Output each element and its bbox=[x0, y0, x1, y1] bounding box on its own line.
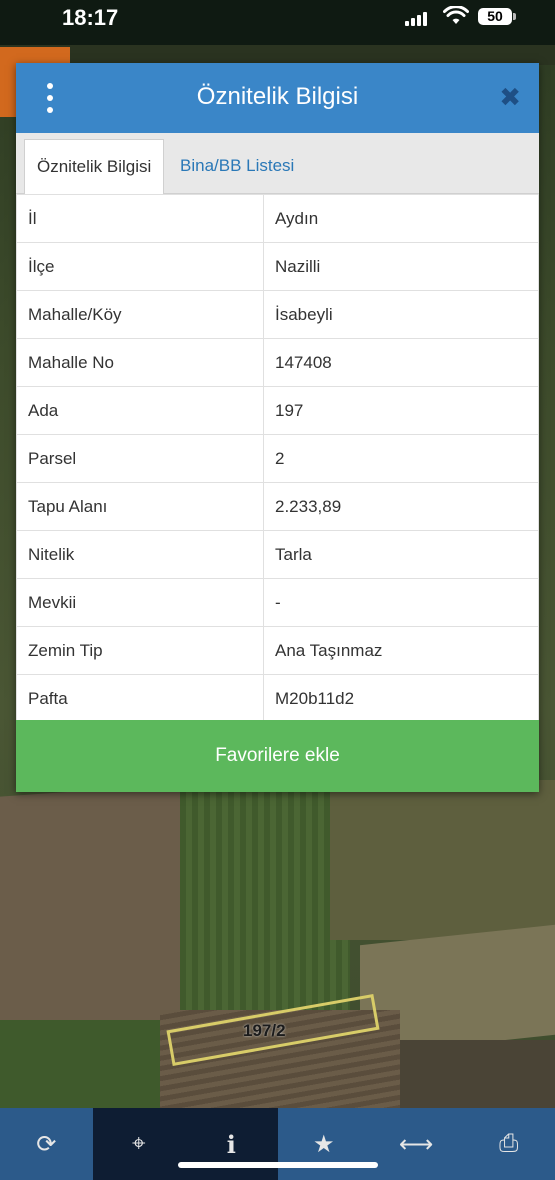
map-field bbox=[180, 780, 350, 1010]
map-field bbox=[0, 783, 190, 1037]
map-field bbox=[400, 1040, 555, 1110]
row-key: Tapu Alanı bbox=[16, 482, 264, 531]
refresh-icon[interactable]: ⟳ bbox=[0, 1108, 93, 1180]
dialog-title: Öznitelik Bilgisi bbox=[196, 83, 359, 110]
table-row: Mahalle No 147408 bbox=[16, 338, 539, 387]
table-row: Ada 197 bbox=[16, 386, 539, 435]
row-key: Zemin Tip bbox=[16, 626, 264, 675]
status-time: 18:17 bbox=[62, 5, 119, 30]
dialog-header: Öznitelik Bilgisi ✖ bbox=[16, 63, 539, 133]
measure-icon[interactable]: ⟷ bbox=[370, 1108, 463, 1180]
row-value: Ana Taşınmaz bbox=[263, 626, 539, 675]
row-value: Aydın bbox=[263, 194, 539, 243]
map-strip bbox=[0, 45, 555, 65]
attribute-dialog: Öznitelik Bilgisi ✖ Öznitelik Bilgisi Bi… bbox=[16, 63, 539, 792]
table-row: Mevkii - bbox=[16, 578, 539, 627]
table-row: Nitelik Tarla bbox=[16, 530, 539, 579]
wifi-icon bbox=[443, 6, 469, 24]
table-row: İlçe Nazilli bbox=[16, 242, 539, 291]
row-value: İsabeyli bbox=[263, 290, 539, 339]
row-key: Nitelik bbox=[16, 530, 264, 579]
row-key: Mahalle No bbox=[16, 338, 264, 387]
table-row: Mahalle/Köy İsabeyli bbox=[16, 290, 539, 339]
print-icon[interactable]: ⎙ bbox=[463, 1108, 555, 1180]
status-bar: 18:17 50 bbox=[0, 0, 555, 45]
home-indicator bbox=[178, 1162, 378, 1168]
table-row: Zemin Tip Ana Taşınmaz bbox=[16, 626, 539, 675]
row-key: İl bbox=[16, 194, 264, 243]
row-value: 2.233,89 bbox=[263, 482, 539, 531]
table-row: Pafta M20b11d2 bbox=[16, 674, 539, 723]
tab-building-list[interactable]: Bina/BB Listesi bbox=[168, 139, 306, 193]
map-field bbox=[330, 780, 555, 940]
row-key: Pafta bbox=[16, 674, 264, 723]
row-key: Parsel bbox=[16, 434, 264, 483]
bottom-toolbar: ⟳ ⌖ i ★ ⟷ ⎙ bbox=[0, 1108, 555, 1180]
crosshair-icon[interactable]: ⌖ bbox=[92, 1108, 185, 1180]
battery-icon: 50 bbox=[478, 8, 516, 25]
map-field bbox=[0, 1020, 180, 1110]
tab-attribute-info[interactable]: Öznitelik Bilgisi bbox=[24, 139, 165, 194]
table-row: Tapu Alanı 2.233,89 bbox=[16, 482, 539, 531]
table-row: Parsel 2 bbox=[16, 434, 539, 483]
row-value: 2 bbox=[263, 434, 539, 483]
tab-bar: Öznitelik Bilgisi Bina/BB Listesi bbox=[16, 133, 539, 194]
attribute-table: İl Aydın İlçe Nazilli Mahalle/Köy İsabeyli Mah… bbox=[16, 194, 539, 723]
close-icon[interactable]: ✖ bbox=[499, 83, 521, 111]
row-key: Mahalle/Köy bbox=[16, 290, 264, 339]
signal-icon bbox=[405, 12, 427, 26]
row-key: İlçe bbox=[16, 242, 264, 291]
row-key: Ada bbox=[16, 386, 264, 435]
row-value: 147408 bbox=[263, 338, 539, 387]
row-value: - bbox=[263, 578, 539, 627]
row-value: Nazilli bbox=[263, 242, 539, 291]
info-icon[interactable]: i bbox=[185, 1108, 278, 1180]
add-favorite-button[interactable]: Favorilere ekle bbox=[16, 720, 539, 792]
star-icon[interactable]: ★ bbox=[278, 1108, 371, 1180]
row-value: 197 bbox=[263, 386, 539, 435]
table-row: İl Aydın bbox=[16, 194, 539, 243]
row-key: Mevkii bbox=[16, 578, 264, 627]
row-value: M20b11d2 bbox=[263, 674, 539, 723]
row-value: Tarla bbox=[263, 530, 539, 579]
parcel-label: 197/2 bbox=[243, 1021, 286, 1040]
